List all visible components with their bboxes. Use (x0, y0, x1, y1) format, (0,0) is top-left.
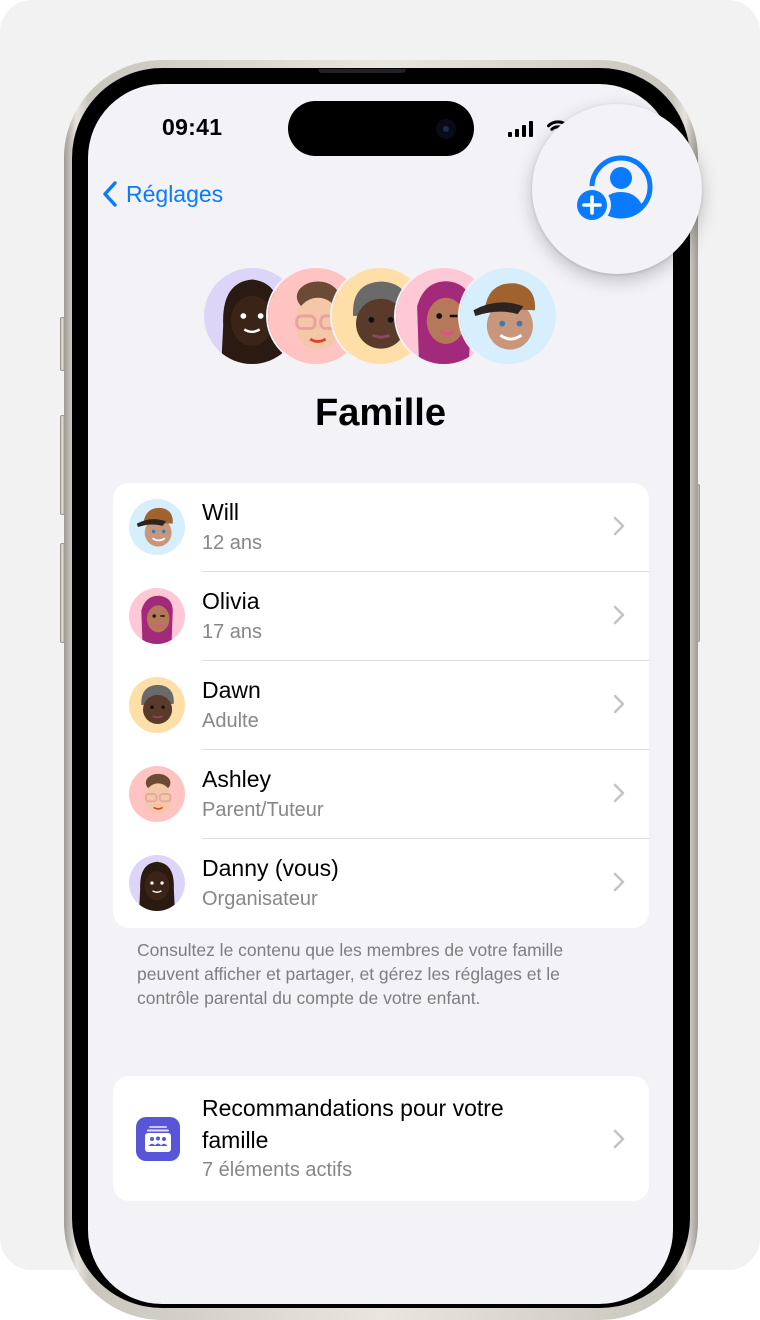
member-role: Parent/Tuteur (202, 799, 324, 821)
member-name: Danny (vous) (202, 855, 339, 881)
chevron-right-icon (613, 516, 625, 536)
signal-icon (508, 121, 533, 137)
chevron-right-icon (613, 694, 625, 714)
dynamic-island (288, 101, 474, 156)
member-role: Adulte (202, 710, 259, 732)
member-role: 17 ans (202, 621, 263, 643)
member-row-danny[interactable]: Danny (vous) Organisateur (113, 839, 649, 928)
recommendations-subtitle: 7 éléments actifs (202, 1159, 353, 1181)
member-name: Ashley (202, 766, 272, 792)
person-add-icon (574, 155, 653, 224)
add-family-member-button[interactable] (532, 104, 702, 274)
member-avatar (129, 766, 185, 822)
back-button[interactable]: Réglages (102, 180, 223, 208)
earpiece-speaker (318, 69, 406, 73)
member-avatar (129, 855, 185, 911)
member-role: Organisateur (202, 888, 318, 910)
family-avatar-group (202, 266, 562, 366)
page-title: Famille (315, 392, 446, 434)
member-avatar (129, 677, 185, 733)
family-footnote: Consultez le contenu que les membres de … (137, 940, 564, 1008)
member-avatar (129, 499, 185, 555)
member-row-olivia[interactable]: Olivia 17 ans (113, 572, 649, 661)
recommendations-title: Recommandations pour votre famille (202, 1095, 504, 1153)
member-row-ashley[interactable]: Ashley Parent/Tuteur (113, 750, 649, 839)
chevron-left-icon (103, 181, 117, 207)
family-checklist-icon (136, 1117, 180, 1161)
chevron-right-icon (613, 605, 625, 625)
family-members-list: Will 12 ans Olivia 17 ans Dawn Adulte As… (113, 483, 649, 928)
recommendations-row[interactable]: Recommandations pour votre famille 7 élé… (113, 1076, 649, 1201)
front-camera (436, 119, 456, 139)
member-row-will[interactable]: Will 12 ans (113, 483, 649, 572)
chevron-right-icon (613, 783, 625, 803)
chevron-right-icon (613, 1129, 625, 1149)
avatar-will (458, 266, 558, 366)
back-label: Réglages (126, 180, 224, 207)
member-avatar (129, 588, 185, 644)
chevron-right-icon (613, 872, 625, 892)
member-role: 12 ans (202, 532, 263, 554)
member-name: Dawn (202, 677, 261, 703)
status-time: 09:41 (162, 114, 223, 140)
member-name: Olivia (202, 588, 260, 614)
recommendations-card: Recommandations pour votre famille 7 élé… (113, 1076, 649, 1201)
member-row-dawn[interactable]: Dawn Adulte (113, 661, 649, 750)
member-name: Will (202, 499, 240, 525)
